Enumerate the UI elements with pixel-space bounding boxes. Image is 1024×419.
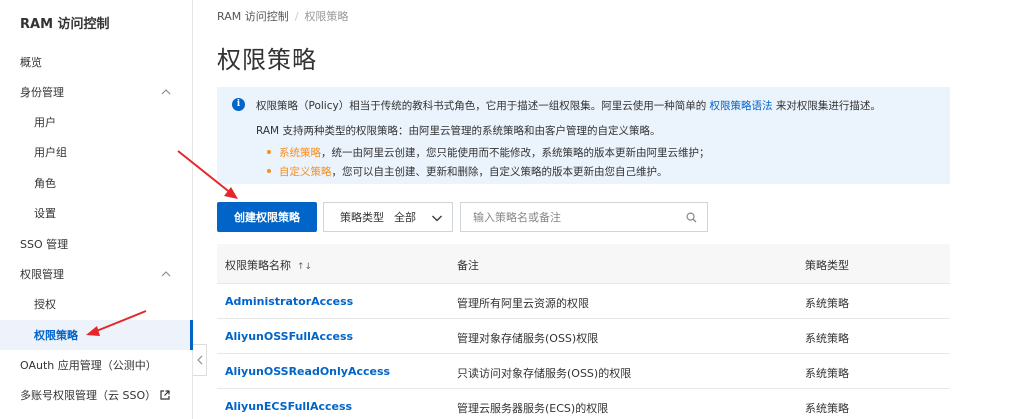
sort-icon[interactable]: ↑↓ xyxy=(297,262,312,272)
column-header-type: 策略类型 xyxy=(805,259,849,272)
chevron-left-icon xyxy=(196,355,202,365)
column-header-remark: 备注 xyxy=(457,259,479,272)
notice-text: ，统一由阿里云创建，您只能使用而不能修改，系统策略的版本更新由阿里云维护； xyxy=(321,147,710,159)
table-row: AliyunOSSReadOnlyAccess 只读访问对象存储服务(OSS)的… xyxy=(217,354,950,389)
breadcrumb-separator: / xyxy=(294,10,299,23)
sidebar-item-settings[interactable]: 设置 xyxy=(0,198,193,228)
sidebar-item-roles[interactable]: 角色 xyxy=(0,168,193,198)
table-row: AdministratorAccess 管理所有阿里云资源的权限 系统策略 xyxy=(217,284,950,319)
sidebar-item-label: 概览 xyxy=(20,56,42,69)
bullet-dot xyxy=(267,169,271,173)
notice-text: ，您可以自主创建、更新和删除，自定义策略的版本更新由您自己维护。 xyxy=(331,166,668,178)
column-header-name[interactable]: 权限策略名称 ↑↓ xyxy=(225,257,312,273)
policy-name-link[interactable]: AdministratorAccess xyxy=(225,295,353,308)
sidebar-item-label: 身份管理 xyxy=(20,86,64,99)
policy-remark: 管理所有阿里云资源的权限 xyxy=(457,297,589,310)
policy-table: 权限策略名称 ↑↓ 备注 策略类型 AdministratorAccess 管理所… xyxy=(217,244,950,419)
bullet-dot xyxy=(267,150,271,154)
policy-type: 系统策略 xyxy=(805,332,849,345)
policy-name-link[interactable]: AliyunECSFullAccess xyxy=(225,400,352,413)
sidebar-item-sso[interactable]: SSO 管理 xyxy=(0,229,193,259)
page-title: 权限策略 xyxy=(217,46,317,74)
sidebar-item-label: 授权 xyxy=(34,298,56,311)
chevron-up-icon xyxy=(161,89,171,95)
create-policy-button[interactable]: 创建权限策略 xyxy=(217,202,317,232)
search-icon[interactable] xyxy=(686,212,697,223)
system-policy-label: 系统策略 xyxy=(279,147,321,159)
policy-type: 系统策略 xyxy=(805,402,849,415)
sidebar-item-label: 权限管理 xyxy=(20,268,64,281)
notice-line-2: RAM 支持两种类型的权限策略：由阿里云管理的系统策略和由客户管理的自定义策略。 xyxy=(256,125,661,137)
sidebar-item-grants[interactable]: 授权 xyxy=(0,289,193,319)
sidebar-item-user-groups[interactable]: 用户组 xyxy=(0,137,193,167)
policy-type: 系统策略 xyxy=(805,297,849,310)
policy-name-link[interactable]: AliyunOSSFullAccess xyxy=(225,330,353,343)
info-notice: i 权限策略（Policy）相当于传统的教科书式角色，它用于描述一组权限集。阿里… xyxy=(217,87,950,184)
sidebar: RAM 访问控制 概览 身份管理 用户 用户组 角色 设置 SSO 管理 权限管… xyxy=(0,0,193,419)
sidebar-group-permissions[interactable]: 权限管理 xyxy=(0,259,193,289)
sidebar-item-label: 权限策略 xyxy=(34,329,78,342)
sidebar-item-label: 用户 xyxy=(34,116,56,129)
policy-syntax-link[interactable]: 权限策略语法 xyxy=(710,100,773,112)
table-row: AliyunECSFullAccess 管理云服务器服务(ECS)的权限 系统策… xyxy=(217,389,950,419)
sidebar-item-label: OAuth 应用管理（公测中） xyxy=(20,359,157,372)
policy-name-link[interactable]: AliyunOSSReadOnlyAccess xyxy=(225,365,390,378)
breadcrumb: RAM 访问控制 / 权限策略 xyxy=(217,8,348,24)
sidebar-item-text: 多账号权限管理（云 SSO） xyxy=(20,389,157,402)
info-icon: i xyxy=(232,98,245,111)
sidebar-group-identity[interactable]: 身份管理 xyxy=(0,77,193,107)
sidebar-item-users[interactable]: 用户 xyxy=(0,107,193,137)
chevron-up-icon xyxy=(161,271,171,277)
policy-type: 系统策略 xyxy=(805,367,849,380)
breadcrumb-current: 权限策略 xyxy=(304,10,349,23)
sidebar-item-policies[interactable]: 权限策略 xyxy=(0,320,193,350)
sidebar-collapse-button[interactable] xyxy=(193,344,207,376)
sidebar-item-overview[interactable]: 概览 xyxy=(0,47,193,77)
custom-policy-label: 自定义策略 xyxy=(279,166,332,178)
policy-type-label: 策略类型 xyxy=(340,211,384,224)
sidebar-item-label: 设置 xyxy=(34,207,56,220)
sidebar-item-label: 角色 xyxy=(34,177,56,190)
notice-bullet-custom: 自定义策略，您可以自主创建、更新和删除，自定义策略的版本更新由您自己维护。 xyxy=(267,164,668,179)
notice-bullet-system: 系统策略，统一由阿里云创建，您只能使用而不能修改，系统策略的版本更新由阿里云维护… xyxy=(267,145,710,160)
search-input[interactable] xyxy=(461,203,671,231)
sidebar-item-label: SSO 管理 xyxy=(20,238,69,251)
column-header-text: 权限策略名称 xyxy=(225,259,291,272)
external-link-icon xyxy=(160,390,170,400)
policy-remark: 只读访问对象存储服务(OSS)的权限 xyxy=(457,367,632,380)
table-row: AliyunOSSFullAccess 管理对象存储服务(OSS)权限 系统策略 xyxy=(217,319,950,354)
sidebar-item-label: 用户组 xyxy=(34,146,67,159)
sidebar-item-label: 多账号权限管理（云 SSO） xyxy=(0,387,170,403)
breadcrumb-root[interactable]: RAM 访问控制 xyxy=(217,10,289,23)
policy-type-select[interactable]: 策略类型 全部 xyxy=(323,202,453,232)
policy-remark: 管理云服务器服务(ECS)的权限 xyxy=(457,402,609,415)
app-title: RAM 访问控制 xyxy=(20,17,110,32)
notice-text: 来对权限集进行描述。 xyxy=(772,100,881,112)
chevron-down-icon xyxy=(432,215,442,222)
search-box xyxy=(460,202,708,232)
table-header: 权限策略名称 ↑↓ 备注 策略类型 xyxy=(217,244,950,284)
sidebar-item-oauth[interactable]: OAuth 应用管理（公测中） xyxy=(0,350,193,380)
policy-remark: 管理对象存储服务(OSS)权限 xyxy=(457,332,599,345)
notice-line-1: 权限策略（Policy）相当于传统的教科书式角色，它用于描述一组权限集。阿里云使… xyxy=(256,98,881,113)
notice-text: 权限策略（Policy）相当于传统的教科书式角色，它用于描述一组权限集。阿里云使… xyxy=(256,100,710,112)
policy-type-value: 全部 xyxy=(394,211,416,224)
sidebar-item-cloud-sso[interactable]: 多账号权限管理（云 SSO） xyxy=(0,380,193,410)
